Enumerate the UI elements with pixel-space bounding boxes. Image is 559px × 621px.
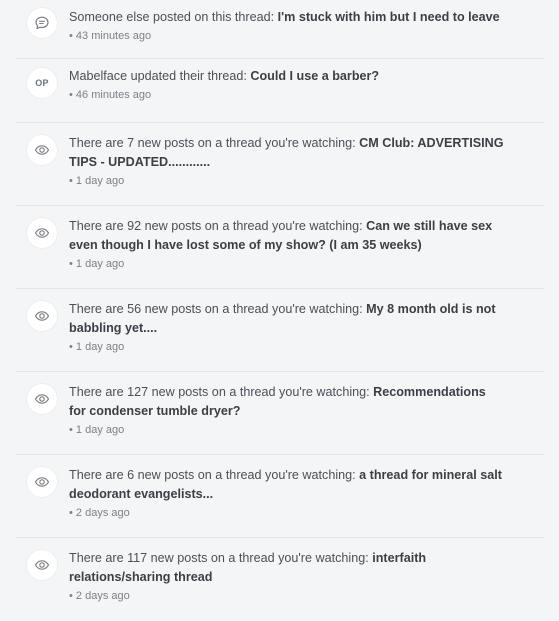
- notification-item[interactable]: There are 7 new posts on a thread you're…: [16, 123, 544, 206]
- notification-time: • 1 day ago: [69, 424, 125, 436]
- eye-icon: [27, 550, 57, 580]
- op-badge: OP: [27, 68, 57, 98]
- thread-title-link[interactable]: Could I use a barber?: [250, 69, 379, 83]
- eye-icon: [27, 384, 57, 414]
- eye-icon: [27, 467, 57, 497]
- notification-time: • 2 days ago: [69, 507, 130, 519]
- comment-icon: [27, 8, 57, 38]
- notification-text: There are 92 new posts on a thread you'r…: [69, 219, 493, 252]
- notification-time: • 43 minutes ago: [69, 30, 152, 42]
- notification-item[interactable]: There are 56 new posts on a thread you'r…: [16, 289, 544, 372]
- notification-text: There are 117 new posts on a thread you'…: [69, 551, 427, 584]
- notification-item[interactable]: There are 92 new posts on a thread you'r…: [16, 206, 544, 289]
- eye-icon: [27, 135, 57, 165]
- notification-time: • 1 day ago: [69, 175, 125, 187]
- notification-text: There are 6 new posts on a thread you're…: [69, 468, 502, 501]
- notification-item[interactable]: There are 6 new posts on a thread you're…: [16, 455, 544, 538]
- notification-text: Someone else posted on this thread: I'm …: [69, 10, 500, 24]
- thread-title-link[interactable]: I'm stuck with him but I need to leave: [278, 10, 500, 24]
- notification-item[interactable]: There are 127 new posts on a thread you'…: [16, 372, 544, 455]
- notification-text: There are 7 new posts on a thread you're…: [69, 136, 504, 169]
- eye-icon: [27, 218, 57, 248]
- notification-text: There are 56 new posts on a thread you'r…: [69, 302, 496, 335]
- notification-item[interactable]: Someone else posted on this thread: I'm …: [16, 0, 544, 59]
- notification-text: Mabelface updated their thread: Could I …: [69, 69, 380, 83]
- notification-list: Someone else posted on this thread: I'm …: [16, 0, 544, 621]
- notification-text: There are 127 new posts on a thread you'…: [69, 385, 486, 418]
- eye-icon: [27, 301, 57, 331]
- notification-item[interactable]: There are 117 new posts on a thread you'…: [16, 538, 544, 621]
- notification-time: • 1 day ago: [69, 341, 125, 353]
- notification-time: • 2 days ago: [69, 590, 130, 602]
- notification-time: • 1 day ago: [69, 258, 125, 270]
- notification-time: • 46 minutes ago: [69, 89, 152, 101]
- notification-item[interactable]: OP Mabelface updated their thread: Could…: [16, 59, 544, 123]
